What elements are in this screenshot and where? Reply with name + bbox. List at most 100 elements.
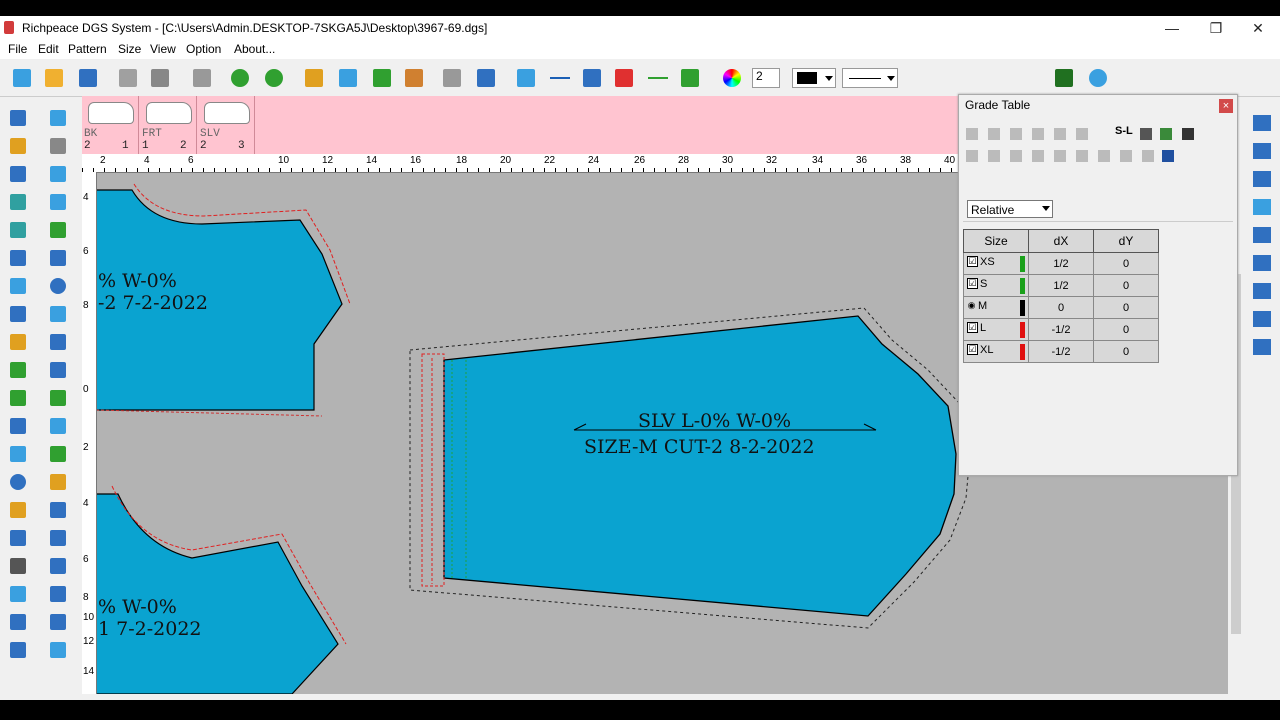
- paste-grade-icon[interactable]: [985, 125, 1003, 143]
- window-icon[interactable]: [46, 358, 70, 382]
- align-icon[interactable]: [474, 66, 498, 90]
- tape-icon[interactable]: [6, 414, 30, 438]
- list-icon[interactable]: [6, 610, 30, 634]
- arrow-left-icon[interactable]: [963, 147, 981, 165]
- layers-icon[interactable]: [1250, 196, 1274, 218]
- redo-icon[interactable]: [262, 66, 286, 90]
- dy-cell[interactable]: 0: [1093, 318, 1159, 341]
- book-icon[interactable]: [46, 190, 70, 214]
- plot-icon[interactable]: [190, 66, 214, 90]
- format-icon[interactable]: [1117, 147, 1135, 165]
- open-file-icon[interactable]: [42, 66, 66, 90]
- cut-icon[interactable]: [6, 302, 30, 326]
- minimize-button[interactable]: —: [1150, 16, 1194, 40]
- stamp-icon[interactable]: [46, 582, 70, 606]
- help-icon[interactable]: [1086, 66, 1110, 90]
- wave-icon[interactable]: [6, 582, 30, 606]
- color-wheel-icon[interactable]: [720, 66, 744, 90]
- table-row[interactable]: ☑ XS 1/2 0: [963, 252, 1159, 275]
- marker-icon[interactable]: [6, 330, 30, 354]
- piece-icon[interactable]: [46, 162, 70, 186]
- close-button[interactable]: ✕: [1236, 16, 1280, 40]
- dy-cell[interactable]: 0: [1093, 296, 1159, 319]
- add-icon[interactable]: [46, 554, 70, 578]
- mirror-icon[interactable]: [6, 442, 30, 466]
- mirror-y-icon[interactable]: [1029, 125, 1047, 143]
- ruler-tool-icon[interactable]: [46, 218, 70, 242]
- copy-piece-icon[interactable]: [1250, 308, 1274, 330]
- edit-piece-icon[interactable]: [1250, 224, 1274, 246]
- size-cell[interactable]: ☑ L: [963, 318, 1029, 341]
- grid-view-icon[interactable]: [336, 66, 360, 90]
- grade-y-icon[interactable]: [1073, 125, 1091, 143]
- curve-icon[interactable]: [646, 66, 670, 90]
- scissors-icon[interactable]: [6, 218, 30, 242]
- grade-points-icon[interactable]: [514, 66, 538, 90]
- paste-icon[interactable]: [6, 358, 30, 382]
- curve-tool-icon[interactable]: [1250, 168, 1274, 190]
- menu-about[interactable]: About...: [234, 42, 275, 56]
- mirror-x-icon[interactable]: [1007, 125, 1025, 143]
- grid-points-icon[interactable]: [580, 66, 604, 90]
- frame-icon[interactable]: [1250, 336, 1274, 358]
- spiral-icon[interactable]: [6, 470, 30, 494]
- menu-view[interactable]: View: [150, 42, 176, 56]
- film-icon[interactable]: [1052, 66, 1076, 90]
- notch-icon[interactable]: [46, 470, 70, 494]
- line-style-select[interactable]: [842, 68, 898, 88]
- grade-x-icon[interactable]: [1051, 125, 1069, 143]
- table-row[interactable]: ◉ M 0 0: [963, 296, 1159, 319]
- dart-icon[interactable]: [46, 442, 70, 466]
- pleat-icon[interactable]: [46, 414, 70, 438]
- layer-icon[interactable]: [46, 386, 70, 410]
- align-grade-icon[interactable]: [1051, 147, 1069, 165]
- table-row[interactable]: ☑ XL -1/2 0: [963, 340, 1159, 363]
- chart-icon[interactable]: [46, 638, 70, 662]
- arrow-right-icon[interactable]: [985, 147, 1003, 165]
- pen-tool-icon[interactable]: [46, 330, 70, 354]
- size-cell[interactable]: ☑ S: [963, 274, 1029, 297]
- pencil-icon[interactable]: [6, 134, 30, 158]
- import-icon[interactable]: [1250, 140, 1274, 162]
- text-tool-icon[interactable]: [6, 638, 30, 662]
- dy-cell[interactable]: 0: [1093, 340, 1159, 363]
- distribute-icon[interactable]: [1073, 147, 1091, 165]
- piece-slot-slv[interactable]: SLV 2 3: [198, 96, 255, 154]
- fabric-icon[interactable]: [46, 302, 70, 326]
- settings-grade-icon[interactable]: [1159, 147, 1177, 165]
- undo-icon[interactable]: [228, 66, 252, 90]
- dy-cell[interactable]: 0: [1093, 274, 1159, 297]
- dx-cell[interactable]: 1/2: [1028, 252, 1094, 275]
- piece-slot-bk[interactable]: BK 2 1: [82, 96, 139, 154]
- menu-file[interactable]: File: [8, 42, 27, 56]
- size-cell[interactable]: ☑ XL: [963, 340, 1029, 363]
- dy-cell[interactable]: 0: [1093, 252, 1159, 275]
- dx-cell[interactable]: 1/2: [1028, 274, 1094, 297]
- line-width-field[interactable]: 2: [752, 68, 780, 88]
- menu-option[interactable]: Option: [186, 42, 221, 56]
- circle-target-icon[interactable]: [46, 274, 70, 298]
- rectangle-icon[interactable]: [6, 162, 30, 186]
- wizard-icon[interactable]: [402, 66, 426, 90]
- table-row[interactable]: ☑ L -1/2 0: [963, 318, 1159, 341]
- menu-pattern[interactable]: Pattern: [68, 42, 107, 56]
- brush-icon[interactable]: [440, 66, 464, 90]
- angle-icon[interactable]: [6, 190, 30, 214]
- menu-edit[interactable]: Edit: [38, 42, 59, 56]
- size-cell[interactable]: ☑ XS: [963, 252, 1029, 275]
- checkmark-icon[interactable]: [1179, 125, 1197, 143]
- menu-size[interactable]: Size: [118, 42, 141, 56]
- base-size-radio[interactable]: ◉: [967, 301, 976, 310]
- rect-select-icon[interactable]: [46, 498, 70, 522]
- grid-table-icon[interactable]: [1137, 125, 1155, 143]
- save-file-icon[interactable]: [76, 66, 100, 90]
- size-cell[interactable]: ◉ M: [963, 296, 1029, 319]
- print-icon[interactable]: [116, 66, 140, 90]
- stack-grade-icon[interactable]: [1095, 147, 1113, 165]
- text-a-icon[interactable]: [6, 274, 30, 298]
- checkbox-xl[interactable]: ☑: [967, 344, 978, 356]
- shield-icon[interactable]: [370, 66, 394, 90]
- copy-icon[interactable]: [963, 125, 981, 143]
- dots-line-icon[interactable]: [1250, 280, 1274, 302]
- camera-icon[interactable]: [148, 66, 172, 90]
